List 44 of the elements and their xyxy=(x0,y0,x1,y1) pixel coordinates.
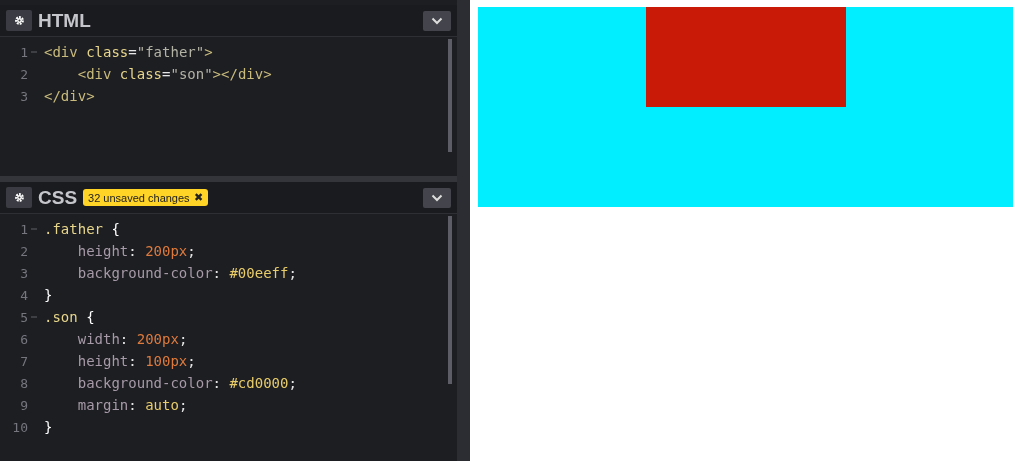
line-number: 1 xyxy=(19,221,28,237)
editor-title: CSS xyxy=(38,186,78,209)
line-number: 9 xyxy=(19,397,28,413)
line-number: 6 xyxy=(19,331,28,347)
scrollbar[interactable] xyxy=(448,39,452,152)
line-number: 7 xyxy=(19,353,28,369)
code-line: } xyxy=(43,287,53,303)
line-number: 3 xyxy=(19,265,28,281)
line-number: 3 xyxy=(19,88,28,104)
code-line: margin: auto; xyxy=(76,397,188,413)
line-number: 2 xyxy=(19,243,28,259)
code-line: width: 200px; xyxy=(76,331,188,347)
fold-marker-icon[interactable] xyxy=(31,316,37,318)
editor-title: HTML xyxy=(38,9,91,32)
chevron-down-icon xyxy=(431,16,443,25)
fold-marker-icon[interactable] xyxy=(31,51,37,53)
settings-button[interactable] xyxy=(6,10,32,31)
code-line: background-color: #00eeff; xyxy=(76,265,297,281)
close-icon[interactable]: ✖ xyxy=(193,191,203,204)
collapse-button[interactable] xyxy=(423,187,451,208)
line-number: 5 xyxy=(19,309,28,325)
line-number: 10 xyxy=(11,419,28,435)
fold-marker-icon[interactable] xyxy=(31,228,37,230)
code-line: .father { xyxy=(43,221,120,237)
line-number: 8 xyxy=(19,375,28,391)
gear-icon xyxy=(13,15,25,26)
line-number: 1 xyxy=(19,44,28,60)
chevron-down-icon xyxy=(431,193,443,202)
code-line: } xyxy=(43,419,53,435)
settings-button[interactable] xyxy=(6,187,32,208)
line-number: 4 xyxy=(19,287,28,303)
line-number: 2 xyxy=(19,66,28,82)
collapse-button[interactable] xyxy=(423,10,451,31)
code-line: height: 100px; xyxy=(76,353,196,369)
code-line: height: 200px; xyxy=(76,243,196,259)
scrollbar[interactable] xyxy=(448,216,452,384)
code-line: </div> xyxy=(43,88,95,104)
code-line: <div class="father"> xyxy=(43,44,213,60)
unsaved-changes-badge: 32 unsaved changes ✖ xyxy=(83,189,208,206)
code-line: background-color: #cd0000; xyxy=(76,375,297,391)
code-line: .son { xyxy=(43,309,95,325)
gear-icon xyxy=(13,192,25,203)
code-line: <div class="son"></div> xyxy=(76,66,272,82)
pane-resize-handle[interactable] xyxy=(457,0,470,461)
